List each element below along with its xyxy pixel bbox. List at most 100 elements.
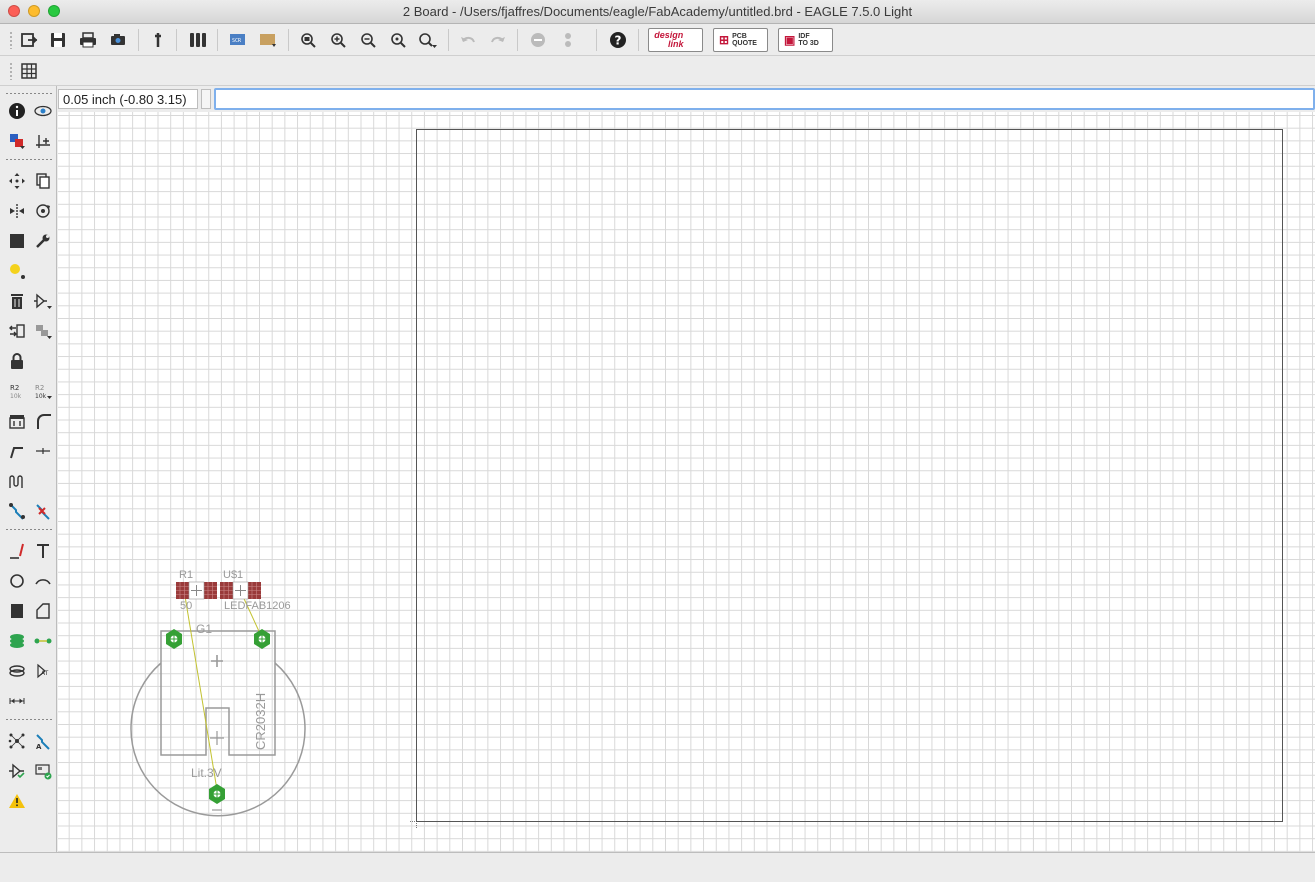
mark-icon[interactable] <box>32 130 54 152</box>
stop-icon[interactable] <box>526 28 550 52</box>
group-icon[interactable] <box>6 230 28 252</box>
open-icon[interactable] <box>17 28 41 52</box>
undo-icon[interactable] <box>456 28 480 52</box>
optimize-icon[interactable] <box>32 440 54 462</box>
window-title: 2 Board - /Users/fjaffres/Documents/eagl… <box>402 4 913 19</box>
autorouter-icon[interactable]: A <box>32 730 54 752</box>
errors-warning-icon[interactable] <box>6 790 28 812</box>
route-icon[interactable] <box>6 500 28 522</box>
toolbar-separator <box>288 29 289 51</box>
add-icon[interactable] <box>32 290 54 312</box>
board-outline[interactable] <box>416 129 1283 822</box>
hole-icon[interactable] <box>6 660 28 682</box>
grid-icon[interactable] <box>17 59 41 83</box>
arc-icon[interactable] <box>32 570 54 592</box>
idf-3d-icon: ▣ <box>784 32 796 47</box>
drc-icon[interactable] <box>32 760 54 782</box>
toolbar-separator <box>217 29 218 51</box>
print-icon[interactable] <box>76 28 100 52</box>
zoom-in-icon[interactable] <box>326 28 350 52</box>
toolbar-separator <box>596 29 597 51</box>
led-u1[interactable] <box>220 581 261 600</box>
svg-text:10k: 10k <box>35 393 47 400</box>
ripup-icon[interactable] <box>32 500 54 522</box>
svg-text:A: A <box>36 743 42 750</box>
redo-icon[interactable] <box>486 28 510 52</box>
resistor-r1[interactable] <box>176 581 217 600</box>
design-link-button[interactable]: design link <box>648 28 703 52</box>
split-icon[interactable] <box>6 440 28 462</box>
pad[interactable] <box>166 629 182 649</box>
idf-label-top: IDF <box>798 33 810 40</box>
wire-icon[interactable] <box>6 540 28 562</box>
pad[interactable] <box>254 629 270 649</box>
svg-text:SCR: SCR <box>232 38 242 44</box>
meander-icon[interactable] <box>6 470 28 492</box>
toolbar-grip[interactable] <box>10 62 12 80</box>
go-icon[interactable] <box>556 28 580 52</box>
lock-icon[interactable] <box>6 350 28 372</box>
toolbar-separator <box>638 29 639 51</box>
idf-label-bottom: TO 3D <box>798 40 819 47</box>
rotate-icon[interactable] <box>32 200 54 222</box>
zoom-select-icon[interactable] <box>416 28 440 52</box>
copy-icon[interactable] <box>32 170 54 192</box>
tool-separator <box>6 719 54 720</box>
pcb-quote-label-bottom: QUOTE <box>732 40 757 47</box>
move-icon[interactable] <box>6 170 28 192</box>
zoom-fit-icon[interactable] <box>296 28 320 52</box>
coordinate-display: 0.05 inch (-0.80 3.15) <box>58 89 198 109</box>
pcb-quote-icon: ⊞ <box>719 32 730 47</box>
pcb-quote-button[interactable]: ⊞ PCB QUOTE <box>713 28 768 52</box>
text-icon[interactable] <box>32 540 54 562</box>
g1-name-label: G1 <box>196 622 212 636</box>
toolbar-grip[interactable] <box>10 31 12 49</box>
pad[interactable] <box>209 784 225 804</box>
tool-panel: R2 10k R2 10k AT A <box>0 86 57 852</box>
replace-icon[interactable] <box>32 320 54 342</box>
info-icon[interactable] <box>6 100 28 122</box>
mirror-icon[interactable] <box>6 200 28 222</box>
svg-text:R2: R2 <box>35 384 44 392</box>
circle-icon[interactable] <box>6 570 28 592</box>
pinswap-icon[interactable] <box>6 320 28 342</box>
r1-value-label: 50 <box>180 600 192 612</box>
smash-icon[interactable] <box>6 410 28 432</box>
paste-icon[interactable] <box>6 260 28 282</box>
show-eye-icon[interactable] <box>32 100 54 122</box>
signal-icon[interactable] <box>32 630 54 652</box>
rectangle-icon[interactable] <box>6 600 28 622</box>
zoom-redraw-icon[interactable] <box>386 28 410 52</box>
board-canvas[interactable]: R1 50 U$1 LEDFAB1206 G1 Lit.3V CR2032H <box>58 112 1315 852</box>
delete-icon[interactable] <box>6 290 28 312</box>
via-stack-icon[interactable] <box>6 630 28 652</box>
switch-schematic-icon[interactable] <box>146 28 170 52</box>
toolbar-separator <box>517 29 518 51</box>
main-toolbar: SCR ? design link ⊞ PCB QUOTE ▣ IDF TO 3… <box>0 24 1315 56</box>
command-input[interactable] <box>214 88 1315 110</box>
ratsnest-icon[interactable] <box>6 730 28 752</box>
save-icon[interactable] <box>46 28 70 52</box>
idf-to-3d-button[interactable]: ▣ IDF TO 3D <box>778 28 833 52</box>
change-wrench-icon[interactable] <box>32 230 54 252</box>
tool-separator <box>6 529 54 530</box>
svg-text:AT: AT <box>41 670 49 677</box>
polygon-icon[interactable] <box>32 600 54 622</box>
cam-icon[interactable] <box>106 28 130 52</box>
zoom-out-icon[interactable] <box>356 28 380 52</box>
dimension-icon[interactable] <box>6 690 28 712</box>
u1-name-label: U$1 <box>223 569 243 581</box>
name-icon[interactable]: R2 10k <box>6 380 28 402</box>
value-icon[interactable]: R2 10k <box>32 380 54 402</box>
g1-value-label: Lit.3V <box>191 766 222 780</box>
layer-settings-icon[interactable] <box>186 28 210 52</box>
title-bar: 2 Board - /Users/fjaffres/Documents/eagl… <box>0 0 1315 24</box>
miter-icon[interactable] <box>32 410 54 432</box>
display-layers-icon[interactable] <box>6 130 28 152</box>
status-bar <box>0 852 1315 882</box>
attribute-icon[interactable]: AT <box>32 660 54 682</box>
script-icon[interactable]: SCR <box>226 28 250 52</box>
erc-icon[interactable] <box>6 760 28 782</box>
help-icon[interactable]: ? <box>606 28 630 52</box>
run-ulp-icon[interactable] <box>256 28 280 52</box>
